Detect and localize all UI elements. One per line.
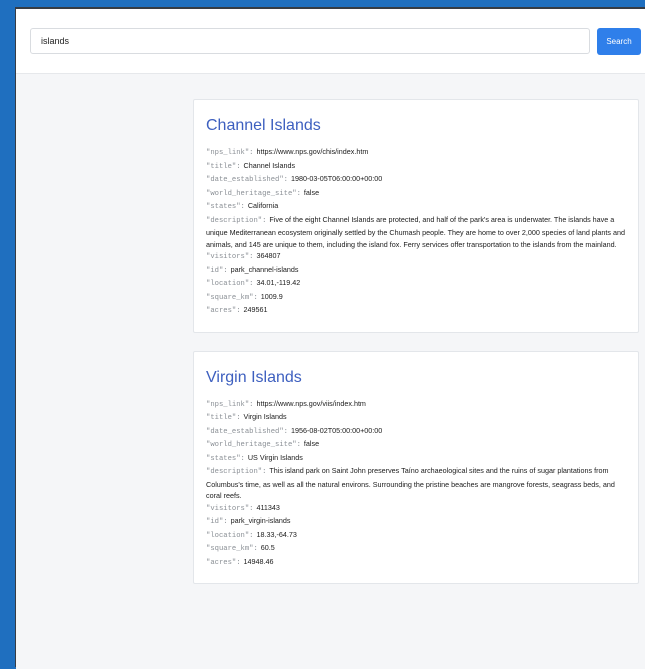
field-key: "title" [206, 414, 237, 422]
field-separator: : [236, 558, 241, 567]
field-value: California [247, 201, 279, 210]
field-separator: : [283, 427, 288, 436]
field-value: 1009.9 [260, 291, 283, 301]
field-separator: : [296, 189, 301, 198]
field-key: "world_heritage_site" [206, 441, 297, 449]
results-list: Channel Islands "nps_link": https://www.np… [193, 99, 639, 602]
field-separator: : [249, 400, 254, 409]
search-input[interactable] [30, 28, 590, 54]
field-separator: : [262, 468, 267, 476]
field-value: https://www.nps.gov/viis/index.htm [256, 398, 366, 408]
app-window: Search Channel Islands"nps_link":https:/… [16, 9, 645, 669]
field-key: "date_established" [206, 176, 284, 184]
field-row: "world_heritage_site": false [206, 187, 626, 201]
field-separator: : [249, 149, 254, 157]
field-value: park_channel-islands [230, 264, 299, 274]
field-row: "date_established": 1980-03-05T06:00:00+0… [206, 173, 626, 187]
field-separator: : [249, 280, 254, 288]
field-row: "nps_link": https://www.nps.gov/viis/inde… [206, 398, 626, 412]
field-row: "world_heritage_site": false [206, 438, 626, 452]
field-separator: : [253, 545, 258, 553]
field-separator: : [236, 307, 241, 315]
field-separator: : [296, 441, 301, 449]
field-row: "id": park_virgin-islands [206, 515, 626, 529]
field-key: "states" [206, 203, 241, 211]
field-row: "square_km": 1009.9 [206, 291, 626, 305]
field-value: Five of the eight Channel Islands are pr… [206, 214, 625, 249]
field-key: "visitors" [206, 504, 250, 513]
field-value: 14948.46 [243, 556, 274, 566]
field-row: "description": This island park on Saint … [206, 465, 626, 502]
field-separator: : [236, 414, 241, 422]
field-key: "square_km" [206, 293, 254, 302]
field-row: "states": US Virgin Islands [206, 452, 626, 466]
field-value: 18.33,-64.73 [256, 529, 297, 539]
field-key: "square_km" [206, 545, 254, 553]
field-separator: : [249, 253, 254, 261]
field-key: "nps_link" [206, 400, 250, 409]
field-key: "title" [206, 162, 237, 171]
field-value: park_virgin-islands [230, 516, 291, 525]
field-row: "title": Virgin Islands [206, 411, 626, 425]
field-row: "id": park_channel-islands [206, 264, 626, 278]
field-row: "nps_link": https://www.nps.gov/chis/inde… [206, 146, 626, 160]
field-separator: : [249, 531, 254, 540]
field-row: "acres": 14948.46 [206, 556, 626, 570]
field-key: "acres" [206, 558, 237, 567]
field-row: "states": California [206, 200, 626, 214]
field-value: 1956-08-02T05:00:00+00:00 [290, 425, 383, 435]
field-key: "acres" [206, 307, 237, 315]
field-row: "date_established": 1956-08-02T05:00:00+0… [206, 425, 626, 439]
result-card: Virgin Islands "nps_link": https://www.nps… [193, 350, 639, 584]
result-title: Channel Islands [206, 117, 321, 134]
field-key: "nps_link" [206, 149, 250, 157]
field-separator: : [283, 176, 288, 184]
field-separator: : [236, 162, 241, 171]
field-separator: : [262, 216, 267, 225]
field-separator: : [249, 504, 254, 513]
field-separator: : [240, 203, 245, 211]
field-key: "description" [206, 468, 263, 476]
field-value: 34.01,-119.42 [256, 278, 301, 287]
field-key: "id" [206, 518, 224, 526]
field-separator: : [240, 454, 245, 463]
field-row: "location": 18.33,-64.73 [206, 529, 626, 543]
result-card: Channel Islands "nps_link": https://www.np… [193, 99, 639, 333]
field-key: "id" [206, 266, 224, 275]
field-value: This island park on Saint John preserves… [206, 466, 615, 500]
field-row: "description": Five of the eight Channel … [206, 214, 626, 251]
field-key: "date_established" [206, 427, 284, 436]
field-row: "title": Channel Islands [206, 160, 626, 174]
field-separator: : [223, 518, 228, 526]
field-key: "description" [206, 216, 263, 225]
field-row: "square_km": 60.5 [206, 542, 626, 556]
field-row: "visitors": 364807 [206, 250, 626, 264]
field-key: "world_heritage_site" [206, 189, 297, 198]
field-value: false [303, 187, 320, 197]
field-value: 60.5 [260, 543, 275, 552]
search-button[interactable]: Search [597, 28, 641, 55]
field-separator: : [223, 266, 228, 275]
field-key: "location" [206, 280, 250, 288]
search-bar: Search [16, 9, 645, 74]
field-value: https://www.nps.gov/chis/index.htm [256, 147, 369, 156]
field-row: "visitors": 411343 [206, 502, 626, 516]
field-value: false [303, 439, 320, 448]
field-value: 1980-03-05T06:00:00+00:00 [290, 174, 383, 183]
field-key: "visitors" [206, 253, 250, 261]
field-value: US Virgin Islands [247, 452, 303, 462]
field-value: 411343 [256, 502, 280, 512]
field-key: "states" [206, 454, 241, 463]
field-value: Channel Islands [243, 160, 296, 170]
field-key: "location" [206, 531, 250, 540]
field-value: Virgin Islands [243, 412, 287, 421]
field-value: 364807 [256, 251, 281, 260]
field-row: "location": 34.01,-119.42 [206, 277, 626, 291]
result-title: Virgin Islands [206, 368, 302, 386]
field-value: 249561 [243, 305, 268, 314]
field-separator: : [253, 293, 258, 302]
field-row: "acres": 249561 [206, 304, 626, 318]
